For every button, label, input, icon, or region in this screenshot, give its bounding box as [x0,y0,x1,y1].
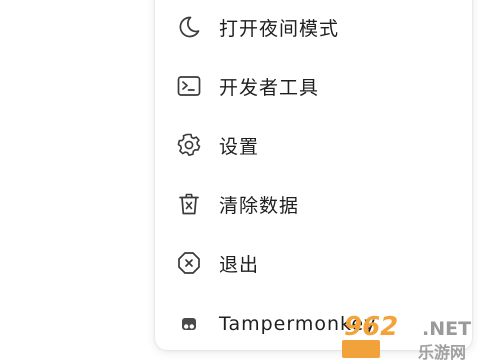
menu-item-settings[interactable]: 设置 [155,118,472,172]
menu-item-label: 设置 [219,135,260,158]
close-circle-icon [175,249,203,277]
dropdown-menu: 打开夜间模式 开发者工具 设置 清除数据 退出 Tampermonkey [155,0,472,350]
menu-item-label: 打开夜间模式 [219,17,340,40]
moon-icon [175,13,203,41]
gear-icon [175,131,203,159]
menu-item-label: 开发者工具 [219,76,320,99]
menu-item-dev-tools[interactable]: 开发者工具 [155,59,472,113]
menu-item-night-mode[interactable]: 打开夜间模式 [155,0,472,54]
screen: 打开夜间模式 开发者工具 设置 清除数据 退出 Tampermonkey 962… [0,0,479,361]
menu-item-clear-data[interactable]: 清除数据 [155,177,472,231]
tampermonkey-icon [175,310,203,338]
menu-item-label: 清除数据 [219,194,300,217]
menu-item-label: Tampermonkey [219,313,377,335]
menu-item-tampermonkey[interactable]: Tampermonkey [155,297,472,351]
menu-item-label: 退出 [219,253,260,276]
menu-item-exit[interactable]: 退出 [155,236,472,290]
terminal-icon [175,72,203,100]
trash-icon [175,190,203,218]
